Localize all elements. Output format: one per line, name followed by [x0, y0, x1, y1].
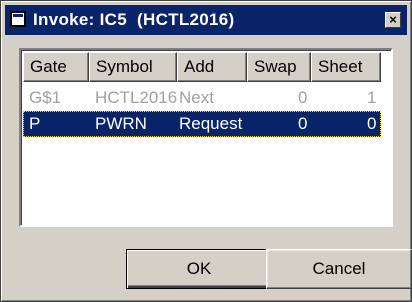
window-title: Invoke: IC5 (HCTL2016): [33, 10, 235, 29]
cell-symbol: PWRN: [95, 114, 147, 133]
table-row-selected[interactable]: P PWRN Request 0 0: [23, 111, 381, 137]
close-icon[interactable]: ×: [385, 12, 401, 28]
cell-swap: 0: [298, 88, 308, 107]
cell-add: Next: [179, 88, 214, 107]
cell-add: Request: [179, 114, 243, 133]
column-header-gate[interactable]: Gate: [23, 52, 89, 82]
column-header-sheet[interactable]: Sheet: [311, 52, 381, 82]
cell-swap: 0: [298, 114, 308, 133]
table-row[interactable]: G$1 HCTL2016 Next 0 1: [23, 85, 381, 111]
gate-list[interactable]: Gate Symbol Add Swap Sheet G$1 HCTL2016 …: [19, 48, 393, 227]
cell-symbol: HCTL2016: [95, 88, 178, 107]
title-bar[interactable]: Invoke: IC5 (HCTL2016) ×: [5, 5, 407, 35]
column-header-symbol[interactable]: Symbol: [89, 52, 177, 82]
invoke-dialog: Invoke: IC5 (HCTL2016) × Gate Symbol Add…: [0, 0, 412, 302]
cell-sheet: 0: [367, 114, 377, 133]
window-icon: [10, 11, 26, 27]
cancel-button[interactable]: Cancel: [266, 249, 412, 289]
column-header-swap[interactable]: Swap: [247, 52, 311, 82]
cell-gate: G$1: [29, 88, 62, 107]
ok-button[interactable]: OK: [126, 249, 272, 289]
cell-sheet: 1: [367, 88, 377, 107]
column-header-add[interactable]: Add: [177, 52, 247, 82]
cell-gate: P: [29, 114, 41, 133]
